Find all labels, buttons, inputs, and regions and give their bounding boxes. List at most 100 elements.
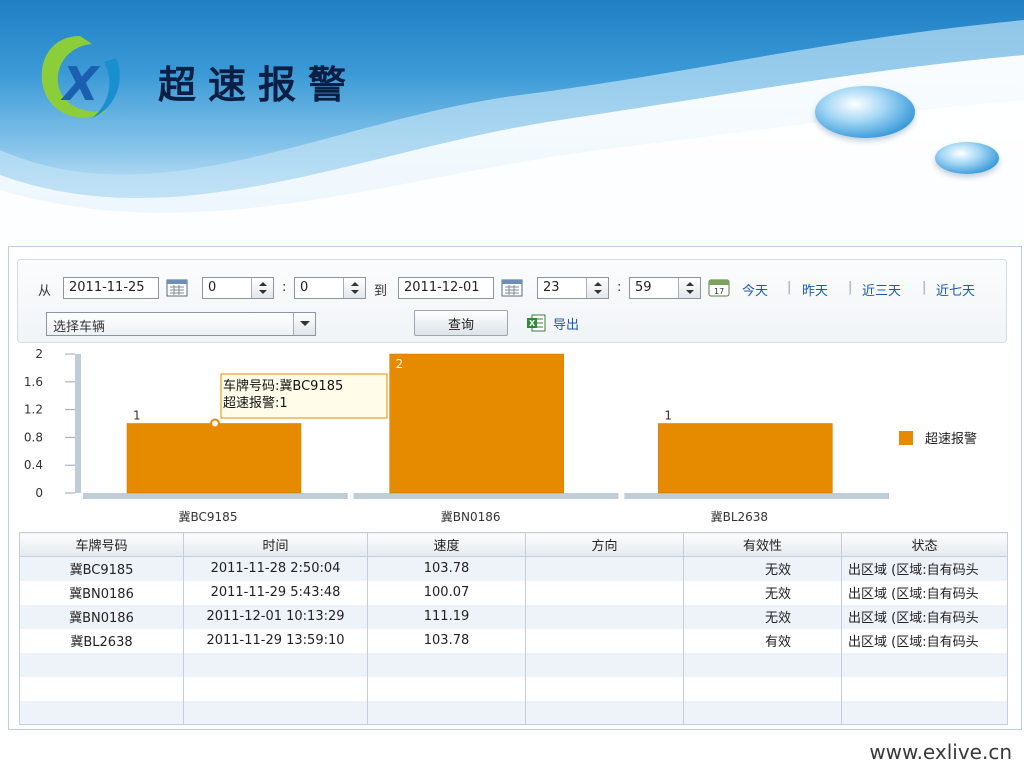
table-cell [683, 676, 842, 701]
x-axis-segment [624, 493, 889, 499]
table-cell [525, 676, 684, 701]
start-minute-value: 0 [300, 280, 309, 295]
table-row[interactable]: 冀BN0186 2011-11-29 5:43:48 100.07 无效 出区域 (区域… [19, 580, 1008, 605]
table-cell [841, 700, 1008, 725]
end-minute-stepper[interactable]: 59 [629, 277, 701, 299]
table-cell [525, 652, 684, 677]
table-cell: 2011-11-29 13:59:10 [183, 628, 368, 653]
footer-url: www.exlive.cn [869, 740, 1012, 764]
table-cell [183, 652, 368, 677]
table-cell: 103.78 [367, 628, 526, 653]
table-cell [525, 580, 684, 605]
bar-data-label: 1 [664, 409, 672, 423]
export-link[interactable]: 导出 [553, 314, 579, 333]
table-cell: 出区域 (区域:自有码头 [841, 604, 1008, 629]
table-row[interactable] [19, 676, 1008, 701]
table-cell: 100.07 [367, 580, 526, 605]
header-banner: X 超速报警 [0, 0, 1024, 246]
start-hour-arrows[interactable] [251, 278, 273, 298]
start-hour-stepper[interactable]: 0 [202, 277, 274, 299]
y-tick-label: 0.8 [24, 430, 43, 444]
column-header-validity[interactable]: 有效性 [683, 532, 842, 557]
end-hour-stepper[interactable]: 23 [537, 277, 609, 299]
table-cell: 2011-11-28 2:50:04 [183, 556, 368, 581]
quick-link-yesterday[interactable]: 昨天 [802, 280, 828, 299]
category-label: 冀BC9185 [179, 510, 238, 524]
start-hour-value: 0 [208, 280, 217, 295]
quick-link-last-3-days[interactable]: 近三天 [862, 280, 901, 299]
table-cell: 冀BC9185 [19, 556, 184, 581]
start-calendar-icon[interactable] [166, 279, 188, 297]
time-separator: : [282, 280, 287, 295]
end-calendar-icon[interactable] [501, 279, 523, 297]
tooltip-line: 车牌号码:冀BC9185 [223, 378, 343, 394]
column-header-time[interactable]: 时间 [183, 532, 368, 557]
table-cell [19, 652, 184, 677]
svg-text:X: X [60, 57, 101, 111]
logo-icon: X [41, 36, 120, 118]
tooltip-line: 超速报警:1 [223, 395, 288, 411]
hover-marker [210, 418, 220, 429]
water-drop-small [935, 142, 999, 174]
svg-text:17: 17 [714, 287, 724, 296]
y-tick-label: 0 [35, 486, 43, 500]
table-cell [841, 676, 1008, 701]
table-cell: 103.78 [367, 556, 526, 581]
link-separator: | [787, 280, 792, 295]
table-cell [183, 676, 368, 701]
table-cell: 出区域 (区域:自有码头 [841, 628, 1008, 653]
y-tick-label: 0.4 [24, 458, 43, 472]
end-hour-value: 23 [543, 280, 560, 295]
start-minute-arrows[interactable] [343, 278, 365, 298]
table-row[interactable] [19, 652, 1008, 677]
end-minute-arrows[interactable] [678, 278, 700, 298]
table-cell: 冀BN0186 [19, 604, 184, 629]
start-date-input[interactable]: 2011-11-25 [63, 277, 159, 299]
y-axis-band [75, 354, 81, 493]
alarm-records-table: 车牌号码 时间 速度 方向 有效性 状态 冀BC9185 2011-11-28 2… [19, 532, 1008, 725]
table-row[interactable] [19, 700, 1008, 725]
chevron-down-icon[interactable] [293, 313, 315, 335]
x-axis-segment [353, 493, 619, 499]
legend-label: 超速报警 [925, 431, 977, 447]
table-row[interactable]: 冀BL2638 2011-11-29 13:59:10 103.78 有效 出区域 (区… [19, 628, 1008, 653]
bar [658, 423, 833, 494]
table-cell [19, 676, 184, 701]
table-header-row: 车牌号码 时间 速度 方向 有效性 状态 [19, 532, 1008, 557]
report-panel: 从 2011-11-25 0 : 0 到 2011-12-01 23 : 59 … [8, 246, 1022, 730]
from-label: 从 [38, 284, 52, 299]
end-hour-arrows[interactable] [586, 278, 608, 298]
table-cell: 无效 [683, 556, 842, 581]
table-row[interactable]: 冀BN0186 2011-12-01 10:13:29 111.19 无效 出区域 (区… [19, 604, 1008, 629]
table-cell: 2011-11-29 5:43:48 [183, 580, 368, 605]
table-cell [183, 700, 368, 725]
column-header-status[interactable]: 状态 [841, 532, 1008, 557]
quick-link-last-7-days[interactable]: 近七天 [936, 280, 975, 299]
table-cell [367, 676, 526, 701]
column-header-plate[interactable]: 车牌号码 [19, 532, 184, 557]
table-cell: 2011-12-01 10:13:29 [183, 604, 368, 629]
table-row[interactable]: 冀BC9185 2011-11-28 2:50:04 103.78 无效 出区域 (区域… [19, 556, 1008, 581]
table-cell: 111.19 [367, 604, 526, 629]
table-cell [367, 700, 526, 725]
quick-link-today[interactable]: 今天 [742, 280, 768, 299]
start-minute-stepper[interactable]: 0 [294, 277, 366, 299]
end-date-input[interactable]: 2011-12-01 [398, 277, 494, 299]
column-header-speed[interactable]: 速度 [367, 532, 526, 557]
table-cell [19, 700, 184, 725]
time-separator-2: : [617, 280, 622, 295]
vehicle-select[interactable]: 选择车辆 [46, 312, 316, 336]
page-title: 超速报警 [158, 63, 359, 107]
table-cell [841, 652, 1008, 677]
today-calendar-icon[interactable]: 17 [708, 279, 730, 297]
table-cell: 出区域 (区域:自有码头 [841, 580, 1008, 605]
table-cell [525, 604, 684, 629]
excel-export-icon[interactable]: X [526, 314, 546, 332]
table-cell [525, 700, 684, 725]
svg-text:X: X [529, 319, 536, 328]
query-button[interactable]: 查询 [414, 310, 508, 336]
speeding-alarm-chart: 0 0.4 0.8 1.2 1.6 2 1 冀BC9185 2 冀BN0186 1 冀BL2638 车牌… [24, 347, 977, 524]
column-header-direction[interactable]: 方向 [525, 532, 684, 557]
table-cell: 无效 [683, 604, 842, 629]
table-cell [525, 628, 684, 653]
